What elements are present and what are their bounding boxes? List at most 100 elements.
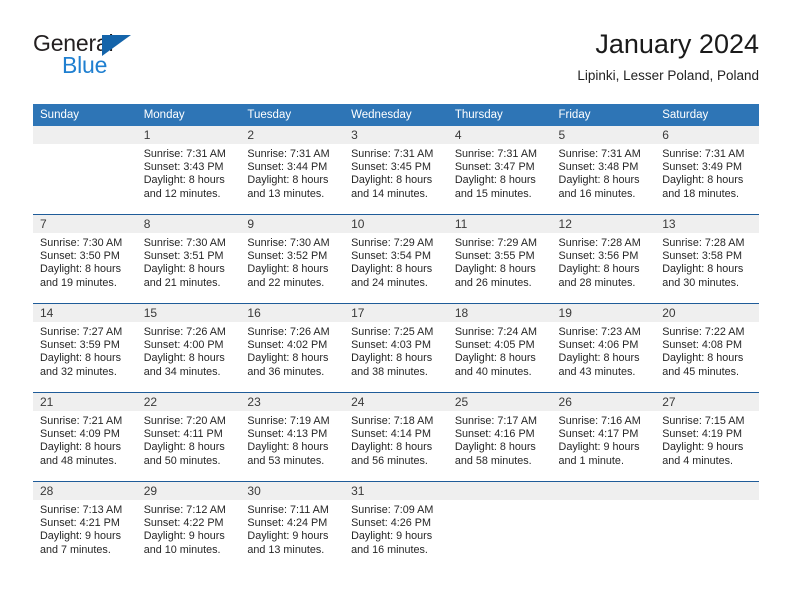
daylight-text-line2: and 14 minutes. — [351, 187, 428, 200]
sunset-text: Sunset: 3:56 PM — [558, 250, 639, 263]
generalblue-logo[interactable]: General Blue — [33, 30, 223, 86]
day-cell-empty — [447, 482, 552, 570]
calendar-cell: 24 Sunrise: 7:18 AM Sunset: 4:14 PM Dayligh… — [344, 392, 448, 482]
calendar-cell: 15 Sunrise: 7:26 AM Sunset: 4:00 PM Dayligh… — [136, 303, 241, 393]
day-number — [655, 482, 759, 500]
day-cell[interactable]: 24 Sunrise: 7:18 AM Sunset: 4:14 PM Dayligh… — [344, 393, 448, 481]
calendar-cell: 31 Sunrise: 7:09 AM Sunset: 4:26 PM Dayligh… — [344, 481, 448, 570]
sunrise-text: Sunrise: 7:23 AM — [558, 326, 641, 338]
calendar-cell: 8 Sunrise: 7:30 AM Sunset: 3:51 PM Daylight… — [136, 214, 241, 304]
sunrise-text: Sunrise: 7:13 AM — [40, 504, 123, 516]
sunset-text: Sunset: 4:06 PM — [558, 339, 639, 352]
day-cell[interactable]: 9 Sunrise: 7:30 AM Sunset: 3:52 PM Daylight… — [240, 215, 345, 303]
calendar-cell: 14 Sunrise: 7:27 AM Sunset: 3:59 PM Dayligh… — [33, 303, 137, 393]
sunset-text: Sunset: 3:45 PM — [351, 161, 431, 174]
daylight-text-line1: Daylight: 8 hours — [454, 441, 536, 454]
daylight-text-line1: Daylight: 8 hours — [143, 174, 225, 187]
day-cell[interactable]: 6 Sunrise: 7:31 AM Sunset: 3:49 PM Daylight… — [655, 126, 759, 214]
sunset-text: Sunset: 4:13 PM — [247, 428, 328, 441]
daylight-text-line1: Daylight: 8 hours — [454, 174, 536, 187]
sunset-text: Sunset: 4:11 PM — [143, 428, 223, 441]
day-cell[interactable]: 22 Sunrise: 7:20 AM Sunset: 4:11 PM Dayligh… — [136, 393, 241, 481]
day-cell-empty — [33, 126, 137, 214]
calendar-cell: 22 Sunrise: 7:20 AM Sunset: 4:11 PM Dayligh… — [136, 392, 241, 482]
day-cell[interactable]: 20 Sunrise: 7:22 AM Sunset: 4:08 PM Dayligh… — [655, 304, 759, 392]
day-cell[interactable]: 25 Sunrise: 7:17 AM Sunset: 4:16 PM Dayligh… — [447, 393, 552, 481]
sunrise-text: Sunrise: 7:17 AM — [454, 415, 538, 427]
day-cell[interactable]: 27 Sunrise: 7:15 AM Sunset: 4:19 PM Dayligh… — [655, 393, 759, 481]
day-cell[interactable]: 5 Sunrise: 7:31 AM Sunset: 3:48 PM Daylight… — [551, 126, 656, 214]
day-number: 28 — [33, 482, 137, 500]
day-details: Sunrise: 7:15 AM Sunset: 4:19 PM Daylight:… — [655, 411, 759, 468]
day-details: Sunrise: 7:24 AM Sunset: 4:05 PM Daylight:… — [448, 322, 552, 379]
day-details: Sunrise: 7:28 AM Sunset: 3:58 PM Daylight:… — [655, 233, 759, 290]
daylight-text-line1: Daylight: 9 hours — [40, 530, 122, 543]
daylight-text-line1: Daylight: 8 hours — [662, 352, 744, 365]
day-cell[interactable]: 14 Sunrise: 7:27 AM Sunset: 3:59 PM Dayligh… — [33, 304, 137, 392]
day-cell[interactable]: 31 Sunrise: 7:09 AM Sunset: 4:26 PM Dayligh… — [344, 482, 448, 570]
day-cell[interactable]: 17 Sunrise: 7:25 AM Sunset: 4:03 PM Dayligh… — [344, 304, 448, 392]
day-details: Sunrise: 7:13 AM Sunset: 4:21 PM Daylight:… — [33, 500, 137, 557]
day-number: 8 — [136, 215, 241, 233]
day-cell[interactable]: 3 Sunrise: 7:31 AM Sunset: 3:45 PM Daylight… — [344, 126, 448, 214]
sunrise-text: Sunrise: 7:11 AM — [247, 504, 329, 516]
sunset-text: Sunset: 4:26 PM — [351, 517, 431, 530]
calendar-cell: 4 Sunrise: 7:31 AM Sunset: 3:47 PM Daylight… — [447, 126, 552, 215]
calendar-cell: 11 Sunrise: 7:29 AM Sunset: 3:55 PM Dayligh… — [447, 214, 552, 304]
day-number: 17 — [344, 304, 448, 322]
calendar-header-row: Sunday Monday Tuesday Wednesday Thursday… — [33, 104, 759, 126]
calendar-cell: 20 Sunrise: 7:22 AM Sunset: 4:08 PM Dayligh… — [655, 303, 759, 393]
day-cell[interactable]: 1 Sunrise: 7:31 AM Sunset: 3:43 PM Daylight… — [136, 126, 241, 214]
day-number: 20 — [655, 304, 759, 322]
day-cell[interactable]: 11 Sunrise: 7:29 AM Sunset: 3:55 PM Dayligh… — [447, 215, 552, 303]
daylight-text-line2: and 38 minutes. — [351, 365, 428, 378]
day-cell[interactable]: 18 Sunrise: 7:24 AM Sunset: 4:05 PM Dayligh… — [447, 304, 552, 392]
day-cell[interactable]: 21 Sunrise: 7:21 AM Sunset: 4:09 PM Dayligh… — [33, 393, 137, 481]
sunrise-text: Sunrise: 7:31 AM — [558, 148, 641, 160]
daylight-text-line1: Daylight: 8 hours — [143, 441, 225, 454]
day-details: Sunrise: 7:29 AM Sunset: 3:54 PM Daylight:… — [344, 233, 448, 290]
sunset-text: Sunset: 3:43 PM — [143, 161, 224, 174]
day-details: Sunrise: 7:30 AM Sunset: 3:50 PM Daylight:… — [33, 233, 137, 290]
sunset-text: Sunset: 3:54 PM — [351, 250, 431, 263]
day-cell[interactable]: 19 Sunrise: 7:23 AM Sunset: 4:06 PM Dayligh… — [551, 304, 656, 392]
daylight-text-line2: and 16 minutes. — [351, 543, 428, 556]
day-cell[interactable]: 23 Sunrise: 7:19 AM Sunset: 4:13 PM Dayligh… — [240, 393, 345, 481]
day-cell[interactable]: 13 Sunrise: 7:28 AM Sunset: 3:58 PM Dayligh… — [655, 215, 759, 303]
day-cell[interactable]: 10 Sunrise: 7:29 AM Sunset: 3:54 PM Dayligh… — [344, 215, 448, 303]
calendar-cell: 29 Sunrise: 7:12 AM Sunset: 4:22 PM Dayligh… — [136, 481, 241, 570]
sunrise-text: Sunrise: 7:25 AM — [351, 326, 434, 338]
sunrise-text: Sunrise: 7:18 AM — [351, 415, 434, 427]
sunrise-text: Sunrise: 7:09 AM — [351, 504, 434, 516]
daylight-text-line2: and 18 minutes. — [662, 187, 740, 200]
day-details: Sunrise: 7:16 AM Sunset: 4:17 PM Daylight:… — [552, 411, 656, 468]
sunrise-text: Sunrise: 7:28 AM — [558, 237, 641, 249]
calendar-week-row: 28 Sunrise: 7:13 AM Sunset: 4:21 PM Dayligh… — [33, 481, 759, 570]
day-number: 12 — [551, 215, 656, 233]
calendar-cell: 23 Sunrise: 7:19 AM Sunset: 4:13 PM Dayligh… — [240, 392, 345, 482]
day-cell[interactable]: 16 Sunrise: 7:26 AM Sunset: 4:02 PM Dayligh… — [240, 304, 345, 392]
day-cell[interactable]: 8 Sunrise: 7:30 AM Sunset: 3:51 PM Daylight… — [136, 215, 241, 303]
day-details: Sunrise: 7:29 AM Sunset: 3:55 PM Daylight:… — [448, 233, 552, 290]
day-cell[interactable]: 2 Sunrise: 7:31 AM Sunset: 3:44 PM Daylight… — [240, 126, 345, 214]
daylight-text-line2: and 4 minutes. — [662, 454, 734, 467]
day-number: 29 — [136, 482, 241, 500]
day-cell[interactable]: 7 Sunrise: 7:30 AM Sunset: 3:50 PM Daylight… — [33, 215, 137, 303]
day-cell[interactable]: 28 Sunrise: 7:13 AM Sunset: 4:21 PM Dayligh… — [33, 482, 137, 570]
day-cell[interactable]: 15 Sunrise: 7:26 AM Sunset: 4:00 PM Dayligh… — [136, 304, 241, 392]
day-number: 3 — [344, 126, 448, 144]
day-cell[interactable]: 29 Sunrise: 7:12 AM Sunset: 4:22 PM Dayligh… — [136, 482, 241, 570]
day-details: Sunrise: 7:31 AM Sunset: 3:49 PM Daylight:… — [655, 144, 759, 201]
day-cell[interactable]: 4 Sunrise: 7:31 AM Sunset: 3:47 PM Daylight… — [447, 126, 552, 214]
day-cell[interactable]: 12 Sunrise: 7:28 AM Sunset: 3:56 PM Dayligh… — [551, 215, 656, 303]
day-number: 31 — [344, 482, 448, 500]
daylight-text-line2: and 50 minutes. — [143, 454, 221, 467]
calendar-cell: 17 Sunrise: 7:25 AM Sunset: 4:03 PM Dayligh… — [344, 303, 448, 393]
day-cell[interactable]: 30 Sunrise: 7:11 AM Sunset: 4:24 PM Dayligh… — [240, 482, 345, 570]
daylight-text-line1: Daylight: 8 hours — [558, 352, 640, 365]
sunset-text: Sunset: 4:16 PM — [454, 428, 535, 441]
sunrise-text: Sunrise: 7:19 AM — [247, 415, 330, 427]
day-number: 9 — [240, 215, 345, 233]
calendar-cell: 28 Sunrise: 7:13 AM Sunset: 4:21 PM Dayligh… — [33, 481, 137, 570]
day-cell[interactable]: 26 Sunrise: 7:16 AM Sunset: 4:17 PM Dayligh… — [551, 393, 656, 481]
